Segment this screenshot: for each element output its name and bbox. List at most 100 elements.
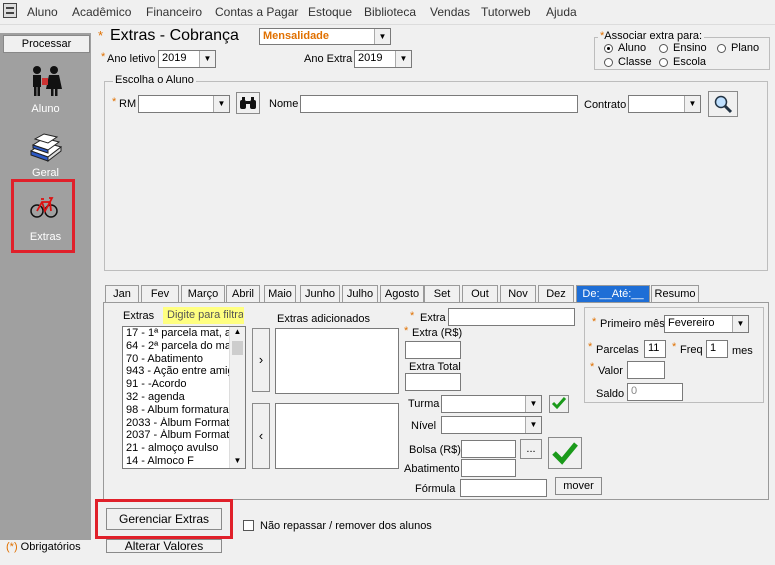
menu-financeiro[interactable]: Financeiro	[146, 5, 202, 19]
extras-adicionados-list-2[interactable]	[275, 403, 399, 469]
valor-input[interactable]	[627, 361, 665, 379]
filter-input[interactable]: Digite para filtrar	[163, 307, 244, 324]
list-item[interactable]: 91 - -Acordo	[123, 378, 230, 391]
alterar-valores-button[interactable]: Alterar Valores	[106, 539, 222, 553]
nivel-select[interactable]: ▼	[441, 416, 542, 434]
move-left-button[interactable]: ‹	[252, 403, 270, 469]
tab-marco[interactable]: Março	[181, 285, 225, 302]
list-scrollbar[interactable]: ▲ ▼	[229, 327, 245, 468]
required-mark: *	[101, 51, 106, 63]
turma-confirm-button[interactable]	[549, 395, 569, 413]
tab-maio[interactable]: Maio	[264, 285, 296, 302]
bolsa-input[interactable]	[461, 440, 516, 458]
menu-vendas[interactable]: Vendas	[430, 5, 470, 19]
ano-extra-select[interactable]: 2019 ▼	[354, 50, 412, 68]
menu-ajuda[interactable]: Ajuda	[546, 5, 577, 19]
chevron-down-icon[interactable]: ▼	[395, 51, 411, 67]
chevron-down-icon[interactable]: ▼	[374, 29, 390, 44]
nome-input[interactable]	[300, 95, 578, 113]
extra-total-input[interactable]	[405, 373, 461, 391]
nao-repassar-checkbox[interactable]	[243, 520, 254, 531]
parcelas-input[interactable]: 11	[644, 340, 666, 358]
tab-junho[interactable]: Junho	[300, 285, 340, 302]
turma-select[interactable]: ▼	[441, 395, 542, 413]
tab-fev[interactable]: Fev	[141, 285, 179, 302]
scroll-up-icon[interactable]: ▲	[230, 327, 245, 339]
chevron-down-icon[interactable]: ▼	[525, 396, 541, 412]
sidebar-item-extras[interactable]: Extras	[14, 182, 72, 250]
tab-nov[interactable]: Nov	[500, 285, 536, 302]
menu-estoque[interactable]: Estoque	[308, 5, 352, 19]
search-button[interactable]	[708, 91, 738, 117]
menu-contas-a-pagar[interactable]: Contas a Pagar	[215, 5, 298, 19]
app-icon[interactable]	[3, 3, 17, 18]
menu-biblioteca[interactable]: Biblioteca	[364, 5, 416, 19]
binoculars-button[interactable]	[236, 92, 260, 114]
list-item[interactable]: 2033 - Álbum Formatu	[123, 417, 230, 430]
list-item[interactable]: 14 - Almoco F	[123, 455, 230, 468]
tab-agosto[interactable]: Agosto	[380, 285, 424, 302]
sidebar-item-label: Aluno	[31, 103, 60, 115]
radio-aluno-label: Aluno	[618, 42, 647, 54]
tab-dez[interactable]: Dez	[538, 285, 574, 302]
tab-jan[interactable]: Jan	[105, 285, 139, 302]
contrato-select[interactable]: ▼	[628, 95, 701, 113]
extra-rs-input[interactable]	[405, 341, 461, 359]
ano-letivo-select[interactable]: 2019 ▼	[158, 50, 216, 68]
radio-plano[interactable]	[717, 44, 726, 53]
formula-label: Fórmula	[415, 483, 456, 495]
primeiro-mes-select[interactable]: Fevereiro ▼	[664, 315, 749, 333]
scroll-thumb[interactable]	[232, 341, 243, 355]
check-icon	[552, 442, 578, 465]
extras-adicionados-list[interactable]	[275, 328, 399, 394]
chevron-down-icon[interactable]: ▼	[732, 316, 748, 332]
bolsa-ellipsis-button[interactable]: ...	[520, 439, 542, 459]
menu-aluno[interactable]: Aluno	[27, 5, 58, 19]
list-item[interactable]: 943 - Ação entre amig	[123, 365, 230, 378]
list-item[interactable]: 2037 - Álbum Formatu	[123, 429, 230, 442]
required-mark: *	[112, 96, 117, 108]
tab-set[interactable]: Set	[424, 285, 460, 302]
radio-escola[interactable]	[659, 58, 668, 67]
menu-academico[interactable]: Acadêmico	[72, 5, 131, 19]
list-item[interactable]: 21 - almoço avulso	[123, 442, 230, 455]
freq-input[interactable]: 1	[706, 340, 728, 358]
tab-resumo[interactable]: Resumo	[651, 285, 699, 302]
processar-button[interactable]: Processar	[3, 35, 90, 53]
formula-input[interactable]	[460, 479, 547, 497]
list-item[interactable]: 98 - Album formatura	[123, 404, 230, 417]
mover-button[interactable]: mover	[555, 477, 602, 495]
tab-julho[interactable]: Julho	[342, 285, 378, 302]
extras-list[interactable]: 17 - 1ª parcela mat, a 64 - 2ª parcela d…	[122, 326, 246, 469]
gerenciar-highlight-box	[95, 499, 233, 539]
chevron-left-icon: ‹	[258, 428, 264, 443]
extra-input[interactable]	[448, 308, 575, 326]
list-item[interactable]: 70 - Abatimento	[123, 353, 230, 366]
tab-abril[interactable]: Abril	[226, 285, 260, 302]
list-item[interactable]: 64 - 2ª parcela do ma	[123, 340, 230, 353]
move-right-button[interactable]: ›	[252, 328, 270, 392]
scroll-down-icon[interactable]: ▼	[230, 456, 245, 468]
radio-ensino[interactable]	[659, 44, 668, 53]
type-select[interactable]: Mensalidade ▼	[259, 28, 391, 45]
rm-select[interactable]: ▼	[138, 95, 230, 113]
list-item[interactable]: 17 - 1ª parcela mat, a	[123, 327, 230, 340]
freq-label: Freq	[680, 344, 703, 356]
chevron-down-icon[interactable]: ▼	[525, 417, 541, 433]
tab-de-ate[interactable]: De:__Até:__	[576, 285, 650, 302]
abatimento-input[interactable]	[461, 459, 516, 477]
chevron-down-icon[interactable]: ▼	[684, 96, 700, 112]
bolsa-confirm-button[interactable]	[548, 437, 582, 469]
radio-aluno[interactable]	[604, 44, 613, 53]
tab-out[interactable]: Out	[462, 285, 498, 302]
sidebar-item-geral[interactable]: Geral	[0, 125, 91, 180]
chevron-down-icon[interactable]: ▼	[199, 51, 215, 67]
sidebar-item-aluno[interactable]: Aluno	[0, 60, 91, 120]
chevron-down-icon[interactable]: ▼	[213, 96, 229, 112]
radio-escola-label: Escola	[673, 56, 707, 68]
radio-classe[interactable]	[604, 58, 613, 67]
list-item[interactable]: 32 - agenda	[123, 391, 230, 404]
menu-tutorweb[interactable]: Tutorweb	[481, 5, 531, 19]
contrato-label: Contrato	[584, 99, 627, 111]
primeiro-mes-value: Fevereiro	[668, 317, 715, 329]
